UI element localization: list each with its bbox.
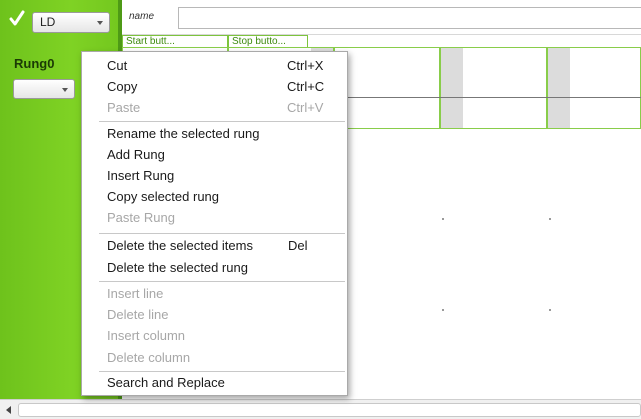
menu-item-insert-line: Insert line [82, 283, 347, 304]
name-label: name [129, 11, 155, 22]
scrollbar-thumb[interactable] [18, 403, 641, 417]
rung-select[interactable] [13, 79, 75, 99]
menu-item-search-replace[interactable]: Search and Replace [82, 372, 347, 393]
menu-item-label: Cut [107, 58, 128, 73]
menu-item-label: Copy [107, 79, 138, 94]
menu-item-copy[interactable]: Copy Ctrl+C [82, 76, 347, 97]
menu-item-delete-column: Delete column [82, 347, 347, 368]
ladder-cell[interactable] [334, 47, 440, 129]
menu-separator [99, 121, 345, 122]
menu-separator [99, 281, 345, 282]
menu-item-shortcut: Del [288, 238, 308, 253]
ladder-cell[interactable] [440, 47, 547, 129]
menu-item-shortcut: Ctrl+V [287, 100, 324, 115]
menu-item-label: Delete the selected rung [107, 260, 248, 275]
arrow-left-icon[interactable] [6, 406, 11, 414]
language-select[interactable]: LD [32, 12, 110, 33]
menu-item-label: Copy selected rung [107, 189, 220, 204]
horizontal-scrollbar[interactable] [0, 399, 641, 419]
menu-item-paste: Paste Ctrl+V [82, 97, 347, 118]
menu-item-label: Delete column [107, 350, 191, 365]
menu-separator [99, 233, 345, 234]
grid-dot [442, 218, 444, 220]
menu-item-insert-column: Insert column [82, 325, 347, 346]
menu-item-label: Insert Rung [107, 168, 175, 183]
grid-dot [549, 309, 551, 311]
menu-item-shortcut: Ctrl+X [287, 58, 324, 73]
menu-item-rename-rung[interactable]: Rename the selected rung [82, 123, 347, 144]
grid-dot [549, 218, 551, 220]
chevron-down-icon [62, 88, 68, 92]
cell-connector [441, 48, 463, 128]
menu-item-label: Delete line [107, 307, 169, 322]
menu-item-label: Insert column [107, 328, 186, 343]
menu-item-copy-rung[interactable]: Copy selected rung [82, 186, 347, 207]
name-input[interactable] [178, 7, 641, 29]
context-menu: Cut Ctrl+X Copy Ctrl+C Paste Ctrl+V Rena… [81, 51, 348, 396]
menu-item-label: Add Rung [107, 147, 165, 162]
language-select-value: LD [40, 15, 56, 29]
ladder-cell[interactable] [547, 47, 641, 129]
menu-item-add-rung[interactable]: Add Rung [82, 144, 347, 165]
menu-item-label: Paste Rung [107, 210, 175, 225]
menu-item-delete-line: Delete line [82, 304, 347, 325]
menu-item-label: Search and Replace [107, 375, 225, 390]
menu-item-label: Rename the selected rung [107, 126, 260, 141]
menu-item-insert-rung[interactable]: Insert Rung [82, 165, 347, 186]
menu-item-label: Insert line [107, 286, 164, 301]
menu-item-delete-rung[interactable]: Delete the selected rung [82, 257, 347, 278]
rung-label: Rung0 [14, 56, 55, 71]
menu-item-paste-rung: Paste Rung [82, 207, 347, 228]
menu-item-label: Delete the selected items [107, 238, 253, 253]
chevron-down-icon [97, 21, 103, 25]
check-icon[interactable] [9, 10, 25, 28]
menu-item-shortcut: Ctrl+C [287, 79, 325, 94]
grid-dot [442, 309, 444, 311]
cell-connector [548, 48, 570, 128]
rung-name-bar: name [122, 0, 641, 35]
menu-item-label: Paste [107, 100, 141, 115]
menu-item-delete-items[interactable]: Delete the selected items Del [82, 235, 347, 256]
menu-item-cut[interactable]: Cut Ctrl+X [82, 55, 347, 76]
